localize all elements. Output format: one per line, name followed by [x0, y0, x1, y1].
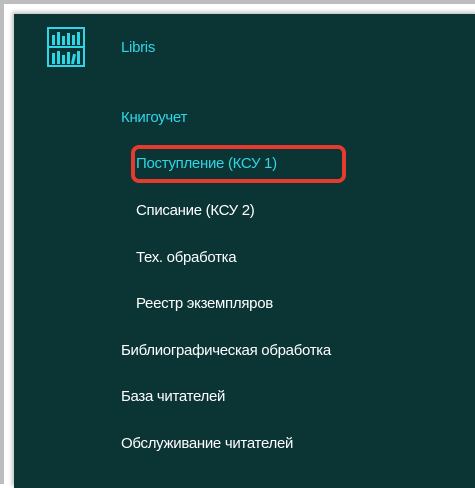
menu-item-teh-obrabotka[interactable]: Тех. обработка — [136, 248, 237, 268]
library-books-icon — [47, 27, 85, 67]
menu-item-postuplenie[interactable]: Поступление (КСУ 1) — [136, 154, 277, 174]
sidebar: Libris Книгоучет Поступление (КСУ 1) Спи… — [14, 14, 475, 488]
menu-item-readers-base[interactable]: База читателей — [121, 387, 225, 407]
app-title[interactable]: Libris — [121, 38, 155, 58]
menu-section-knigouchet[interactable]: Книгоучет — [121, 108, 187, 128]
menu-item-reader-service[interactable]: Обслуживание читателей — [121, 434, 293, 454]
window-frame: Libris Книгоучет Поступление (КСУ 1) Спи… — [0, 0, 475, 488]
menu-item-reestr-ekzemplyarov[interactable]: Реестр экземпляров — [136, 294, 273, 314]
menu-item-bibliographic[interactable]: Библиографическая обработка — [121, 341, 331, 361]
menu-item-spisanie[interactable]: Списание (КСУ 2) — [136, 201, 255, 221]
